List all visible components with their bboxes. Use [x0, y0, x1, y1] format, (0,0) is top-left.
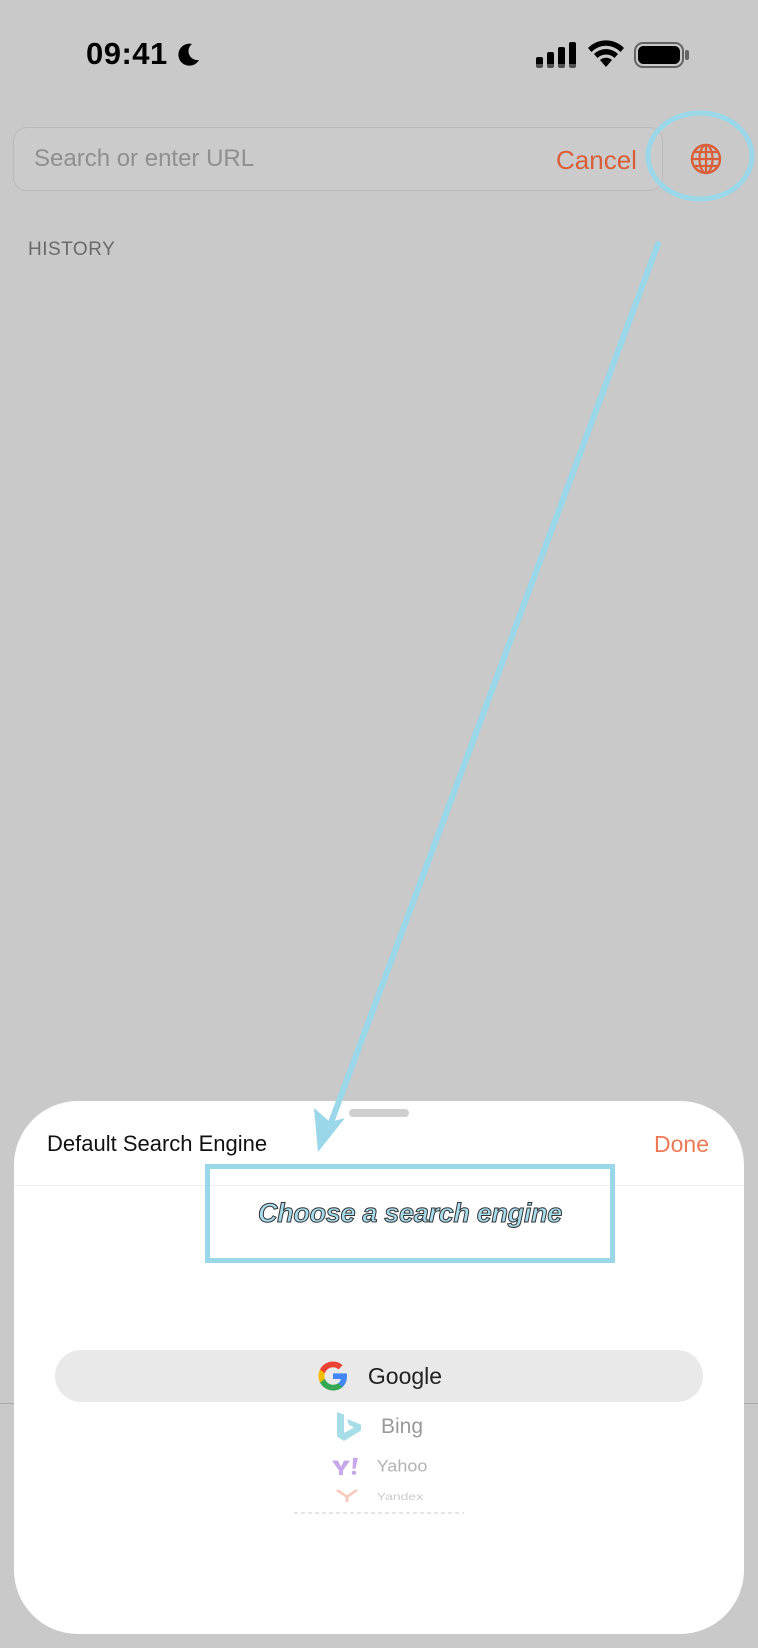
search-engine-picker[interactable]: Google Bing Yahoo Yandex	[14, 1345, 744, 1515]
yahoo-logo-icon	[331, 1456, 359, 1476]
yandex-logo-icon	[335, 1489, 359, 1503]
status-bar: 09:41	[0, 0, 758, 110]
wifi-icon	[588, 40, 624, 67]
engine-name-google: Google	[367, 1362, 443, 1389]
history-section-header: HISTORY	[28, 239, 116, 260]
bing-logo-icon	[335, 1411, 363, 1443]
status-time: 09:41	[86, 36, 168, 71]
engine-name-yandex: Yandex	[376, 1490, 424, 1502]
sheet-title: Default Search Engine	[47, 1131, 268, 1156]
search-input[interactable]	[34, 128, 514, 190]
engine-name-yahoo: Yahoo	[376, 1456, 428, 1475]
google-logo-icon	[316, 1359, 350, 1393]
moon-icon	[178, 43, 199, 66]
engine-option-google[interactable]: Google	[14, 1350, 744, 1402]
sheet-grabber[interactable]	[349, 1109, 409, 1117]
engine-option-yahoo[interactable]: Yahoo	[14, 1453, 744, 1478]
annotation-callout-box: Choose a search engine	[205, 1164, 615, 1263]
engine-option-yandex[interactable]: Yandex	[14, 1488, 744, 1505]
cancel-button[interactable]: Cancel	[556, 140, 637, 180]
default-search-engine-sheet: Default Search Engine Done Choose a sear…	[14, 1101, 744, 1634]
cellular-signal-icon	[536, 42, 576, 68]
annotation-arrow-line	[326, 241, 661, 1131]
done-button[interactable]: Done	[654, 1127, 709, 1161]
battery-icon	[634, 42, 689, 68]
engine-option-bing[interactable]: Bing	[14, 1409, 744, 1445]
picker-fade-edge	[294, 1512, 464, 1514]
engine-name-bing: Bing	[380, 1415, 424, 1438]
annotation-callout-text: Choose a search engine	[257, 1198, 562, 1229]
globe-icon	[690, 143, 722, 174]
globe-button[interactable]	[686, 140, 726, 180]
